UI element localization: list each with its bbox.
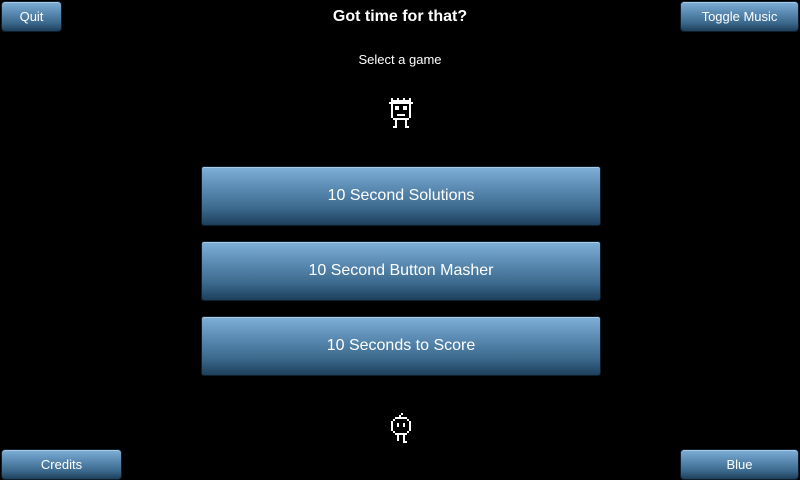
game-button-10-seconds-to-score[interactable]: 10 Seconds to Score [201,316,601,376]
game-button-10-second-button-masher[interactable]: 10 Second Button Masher [201,241,601,301]
page-title: Got time for that? [332,8,468,25]
game-button-10-second-solutions[interactable]: 10 Second Solutions [201,166,601,226]
round-head-character-icon [391,413,411,443]
credits-button[interactable]: Credits [1,449,122,480]
theme-blue-button[interactable]: Blue [680,449,799,480]
spiky-hair-character-icon [389,98,413,128]
page-subtitle: Select a game [358,52,442,67]
